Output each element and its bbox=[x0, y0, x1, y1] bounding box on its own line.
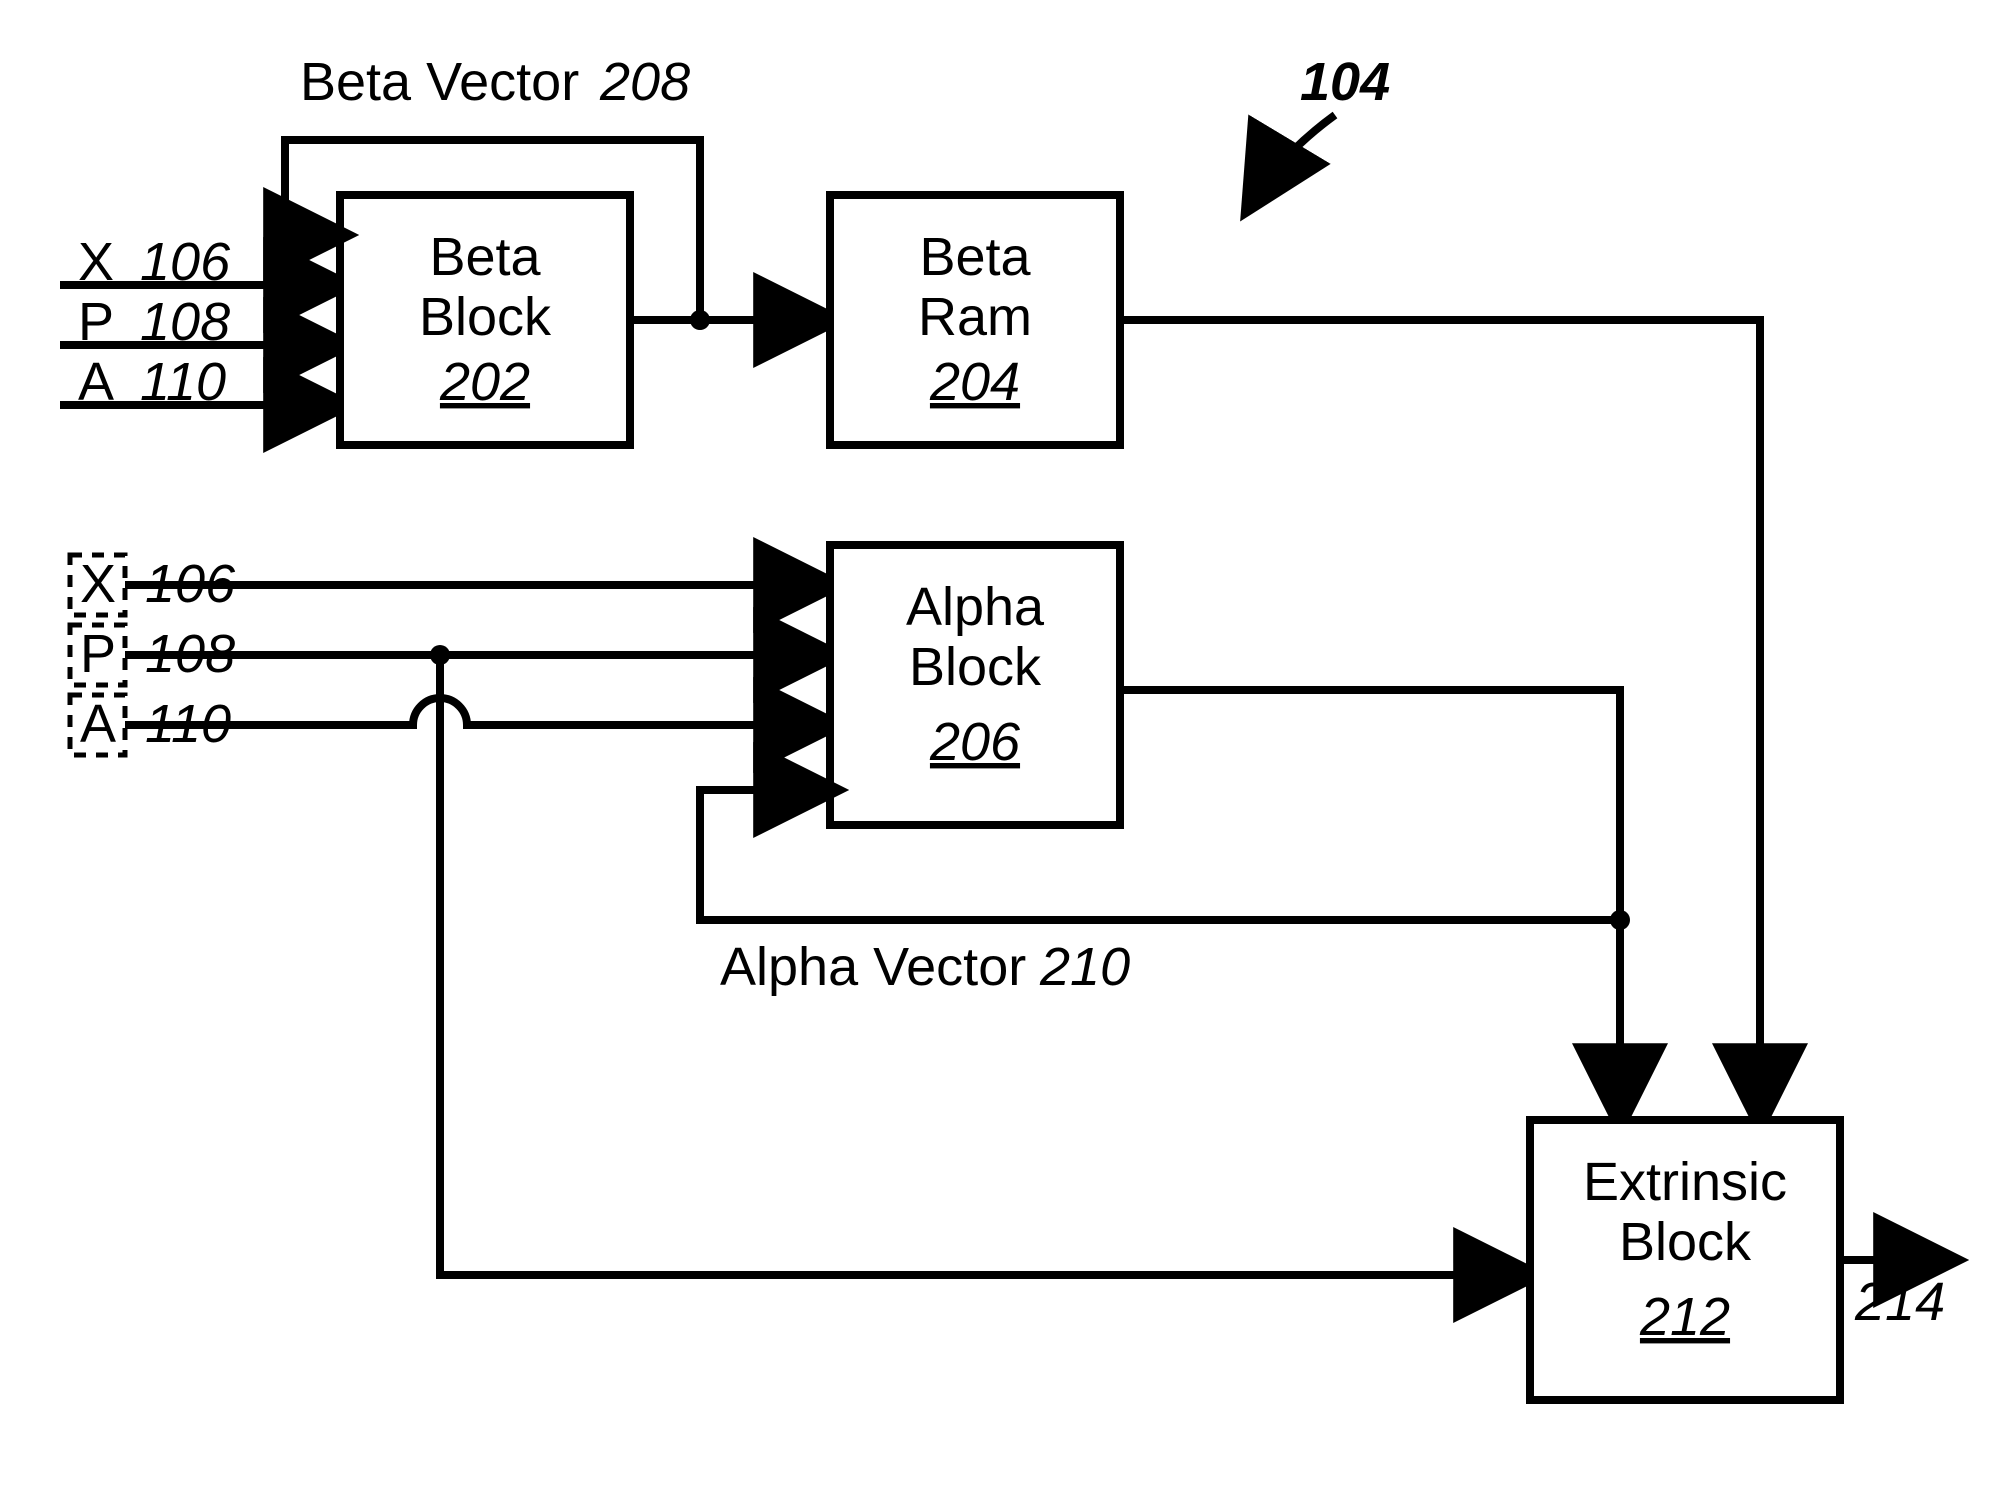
output-ref: 214 bbox=[1854, 1272, 1945, 1332]
extrinsic-ref: 212 bbox=[1639, 1287, 1730, 1347]
figure-ref-pointer bbox=[1250, 115, 1335, 205]
figure-ref: 104 bbox=[1300, 52, 1390, 112]
beta-block-line1: Beta bbox=[429, 227, 541, 287]
block-diagram: 104 X 106 P 108 A 110 Beta Block 202 Bet… bbox=[0, 0, 2000, 1495]
beta-vector-label: Beta Vector bbox=[300, 52, 579, 112]
beta-block-line2: Block bbox=[419, 287, 552, 347]
beta-block-ref: 202 bbox=[439, 352, 530, 412]
input-bottom-x-symbol: X bbox=[80, 554, 116, 614]
beta-ram-line1: Beta bbox=[919, 227, 1031, 287]
extrinsic-line1: Extrinsic bbox=[1583, 1152, 1787, 1212]
beta-vector-ref: 208 bbox=[599, 52, 690, 112]
alpha-vector-ref: 210 bbox=[1039, 937, 1130, 997]
alpha-block-line2: Block bbox=[909, 637, 1042, 697]
wire-alpha-to-extrinsic bbox=[1120, 690, 1620, 1120]
extrinsic-line2: Block bbox=[1619, 1212, 1752, 1272]
beta-ram-ref: 204 bbox=[929, 352, 1020, 412]
wire-ram-to-extrinsic bbox=[1120, 320, 1760, 1120]
input-bottom-a-symbol: A bbox=[80, 694, 116, 754]
alpha-block-ref: 206 bbox=[929, 712, 1021, 772]
input-bottom-p-symbol: P bbox=[80, 624, 116, 684]
alpha-vector-label: Alpha Vector bbox=[720, 937, 1026, 997]
alpha-block-line1: Alpha bbox=[906, 577, 1045, 637]
beta-ram-line2: Ram bbox=[918, 287, 1032, 347]
